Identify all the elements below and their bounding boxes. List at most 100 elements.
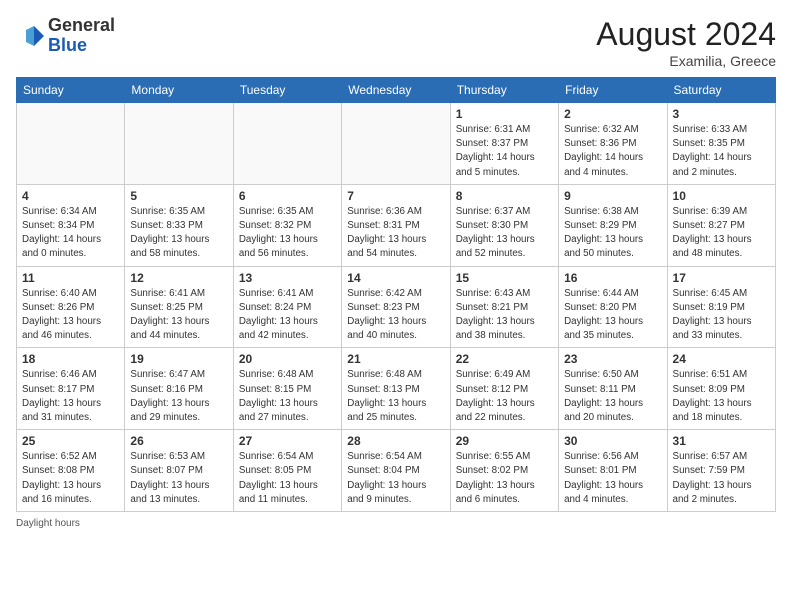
day-number: 24: [673, 352, 770, 366]
day-number: 19: [130, 352, 227, 366]
day-info: Sunrise: 6:55 AM Sunset: 8:02 PM Dayligh…: [456, 450, 553, 507]
calendar-cell: 31 Sunrise: 6:57 AM Sunset: 7:59 PM Dayli…: [667, 430, 775, 512]
day-info: Sunrise: 6:34 AM Sunset: 8:34 PM Dayligh…: [22, 205, 119, 262]
day-info: Sunrise: 6:41 AM Sunset: 8:25 PM Dayligh…: [130, 287, 227, 344]
title-block: August 2024 Examilia, Greece: [596, 16, 776, 69]
calendar-day-header: Sunday: [17, 78, 125, 103]
calendar-day-header: Saturday: [667, 78, 775, 103]
day-number: 11: [22, 271, 119, 285]
day-number: 14: [347, 271, 444, 285]
calendar-day-header: Tuesday: [233, 78, 341, 103]
calendar-cell: 13 Sunrise: 6:41 AM Sunset: 8:24 PM Dayli…: [233, 266, 341, 348]
calendar-cell: 16 Sunrise: 6:44 AM Sunset: 8:20 PM Dayli…: [559, 266, 667, 348]
calendar-cell: 21 Sunrise: 6:48 AM Sunset: 8:13 PM Dayli…: [342, 348, 450, 430]
day-info: Sunrise: 6:44 AM Sunset: 8:20 PM Dayligh…: [564, 287, 661, 344]
calendar-cell: [342, 103, 450, 185]
day-number: 28: [347, 434, 444, 448]
day-number: 5: [130, 189, 227, 203]
day-info: Sunrise: 6:48 AM Sunset: 8:15 PM Dayligh…: [239, 368, 336, 425]
calendar-day-header: Monday: [125, 78, 233, 103]
day-info: Sunrise: 6:57 AM Sunset: 7:59 PM Dayligh…: [673, 450, 770, 507]
calendar-cell: 10Sunrise: 6:39 AM Sunset: 8:27 PM Dayli…: [667, 184, 775, 266]
calendar-cell: 22 Sunrise: 6:49 AM Sunset: 8:12 PM Dayli…: [450, 348, 558, 430]
day-info: Sunrise: 6:52 AM Sunset: 8:08 PM Dayligh…: [22, 450, 119, 507]
day-info: Sunrise: 6:51 AM Sunset: 8:09 PM Dayligh…: [673, 368, 770, 425]
day-info: Sunrise: 6:50 AM Sunset: 8:11 PM Dayligh…: [564, 368, 661, 425]
calendar-cell: 8 Sunrise: 6:37 AM Sunset: 8:30 PM Daylig…: [450, 184, 558, 266]
day-info: Sunrise: 6:53 AM Sunset: 8:07 PM Dayligh…: [130, 450, 227, 507]
day-number: 9: [564, 189, 661, 203]
logo-icon: [16, 22, 44, 50]
calendar-cell: [125, 103, 233, 185]
calendar-header-row: SundayMondayTuesdayWednesdayThursdayFrid…: [17, 78, 776, 103]
day-number: 6: [239, 189, 336, 203]
calendar-cell: 1Sunrise: 6:31 AM Sunset: 8:37 PM Daylig…: [450, 103, 558, 185]
daylight-label: Daylight hours: [16, 518, 80, 529]
calendar-cell: 5Sunrise: 6:35 AM Sunset: 8:33 PM Daylig…: [125, 184, 233, 266]
day-number: 13: [239, 271, 336, 285]
calendar-cell: 6 Sunrise: 6:35 AM Sunset: 8:32 PM Daylig…: [233, 184, 341, 266]
calendar-cell: [233, 103, 341, 185]
day-info: Sunrise: 6:47 AM Sunset: 8:16 PM Dayligh…: [130, 368, 227, 425]
logo: General Blue: [16, 16, 115, 56]
calendar-cell: 18 Sunrise: 6:46 AM Sunset: 8:17 PM Dayli…: [17, 348, 125, 430]
calendar-cell: 27Sunrise: 6:54 AM Sunset: 8:05 PM Dayli…: [233, 430, 341, 512]
calendar-cell: 25Sunrise: 6:52 AM Sunset: 8:08 PM Dayli…: [17, 430, 125, 512]
day-number: 30: [564, 434, 661, 448]
calendar-cell: 20 Sunrise: 6:48 AM Sunset: 8:15 PM Dayli…: [233, 348, 341, 430]
calendar-week-row: 18 Sunrise: 6:46 AM Sunset: 8:17 PM Dayli…: [17, 348, 776, 430]
day-number: 21: [347, 352, 444, 366]
day-info: Sunrise: 6:38 AM Sunset: 8:29 PM Dayligh…: [564, 205, 661, 262]
day-number: 3: [673, 107, 770, 121]
footer: Daylight hours: [16, 518, 776, 529]
calendar-cell: 15 Sunrise: 6:43 AM Sunset: 8:21 PM Dayli…: [450, 266, 558, 348]
calendar-cell: 28 Sunrise: 6:54 AM Sunset: 8:04 PM Dayli…: [342, 430, 450, 512]
day-number: 26: [130, 434, 227, 448]
calendar-cell: 29 Sunrise: 6:55 AM Sunset: 8:02 PM Dayli…: [450, 430, 558, 512]
day-number: 22: [456, 352, 553, 366]
day-number: 4: [22, 189, 119, 203]
day-number: 31: [673, 434, 770, 448]
calendar-cell: 2Sunrise: 6:32 AM Sunset: 8:36 PM Daylig…: [559, 103, 667, 185]
calendar-day-header: Wednesday: [342, 78, 450, 103]
day-info: Sunrise: 6:33 AM Sunset: 8:35 PM Dayligh…: [673, 123, 770, 180]
calendar-cell: 11 Sunrise: 6:40 AM Sunset: 8:26 PM Dayli…: [17, 266, 125, 348]
day-info: Sunrise: 6:56 AM Sunset: 8:01 PM Dayligh…: [564, 450, 661, 507]
calendar-cell: [17, 103, 125, 185]
day-number: 8: [456, 189, 553, 203]
page-header: General Blue August 2024 Examilia, Greec…: [16, 16, 776, 69]
day-number: 1: [456, 107, 553, 121]
day-info: Sunrise: 6:32 AM Sunset: 8:36 PM Dayligh…: [564, 123, 661, 180]
calendar-cell: 12 Sunrise: 6:41 AM Sunset: 8:25 PM Dayli…: [125, 266, 233, 348]
calendar-cell: 4 Sunrise: 6:34 AM Sunset: 8:34 PM Daylig…: [17, 184, 125, 266]
calendar-cell: 7Sunrise: 6:36 AM Sunset: 8:31 PM Daylig…: [342, 184, 450, 266]
day-info: Sunrise: 6:35 AM Sunset: 8:32 PM Dayligh…: [239, 205, 336, 262]
calendar-cell: 26 Sunrise: 6:53 AM Sunset: 8:07 PM Dayli…: [125, 430, 233, 512]
logo-general-text: General: [48, 15, 115, 35]
calendar-week-row: 25Sunrise: 6:52 AM Sunset: 8:08 PM Dayli…: [17, 430, 776, 512]
calendar-cell: 14Sunrise: 6:42 AM Sunset: 8:23 PM Dayli…: [342, 266, 450, 348]
day-number: 15: [456, 271, 553, 285]
day-number: 12: [130, 271, 227, 285]
day-info: Sunrise: 6:43 AM Sunset: 8:21 PM Dayligh…: [456, 287, 553, 344]
day-info: Sunrise: 6:41 AM Sunset: 8:24 PM Dayligh…: [239, 287, 336, 344]
location-subtitle: Examilia, Greece: [596, 53, 776, 69]
logo-blue-text: Blue: [48, 35, 87, 55]
day-number: 20: [239, 352, 336, 366]
calendar-week-row: 4 Sunrise: 6:34 AM Sunset: 8:34 PM Daylig…: [17, 184, 776, 266]
day-info: Sunrise: 6:39 AM Sunset: 8:27 PM Dayligh…: [673, 205, 770, 262]
day-info: Sunrise: 6:54 AM Sunset: 8:04 PM Dayligh…: [347, 450, 444, 507]
day-number: 18: [22, 352, 119, 366]
day-number: 17: [673, 271, 770, 285]
day-info: Sunrise: 6:46 AM Sunset: 8:17 PM Dayligh…: [22, 368, 119, 425]
day-number: 29: [456, 434, 553, 448]
day-info: Sunrise: 6:48 AM Sunset: 8:13 PM Dayligh…: [347, 368, 444, 425]
calendar-cell: 3 Sunrise: 6:33 AM Sunset: 8:35 PM Daylig…: [667, 103, 775, 185]
day-info: Sunrise: 6:37 AM Sunset: 8:30 PM Dayligh…: [456, 205, 553, 262]
day-info: Sunrise: 6:40 AM Sunset: 8:26 PM Dayligh…: [22, 287, 119, 344]
day-info: Sunrise: 6:45 AM Sunset: 8:19 PM Dayligh…: [673, 287, 770, 344]
day-info: Sunrise: 6:49 AM Sunset: 8:12 PM Dayligh…: [456, 368, 553, 425]
calendar-week-row: 11 Sunrise: 6:40 AM Sunset: 8:26 PM Dayli…: [17, 266, 776, 348]
calendar-cell: 23Sunrise: 6:50 AM Sunset: 8:11 PM Dayli…: [559, 348, 667, 430]
day-number: 16: [564, 271, 661, 285]
